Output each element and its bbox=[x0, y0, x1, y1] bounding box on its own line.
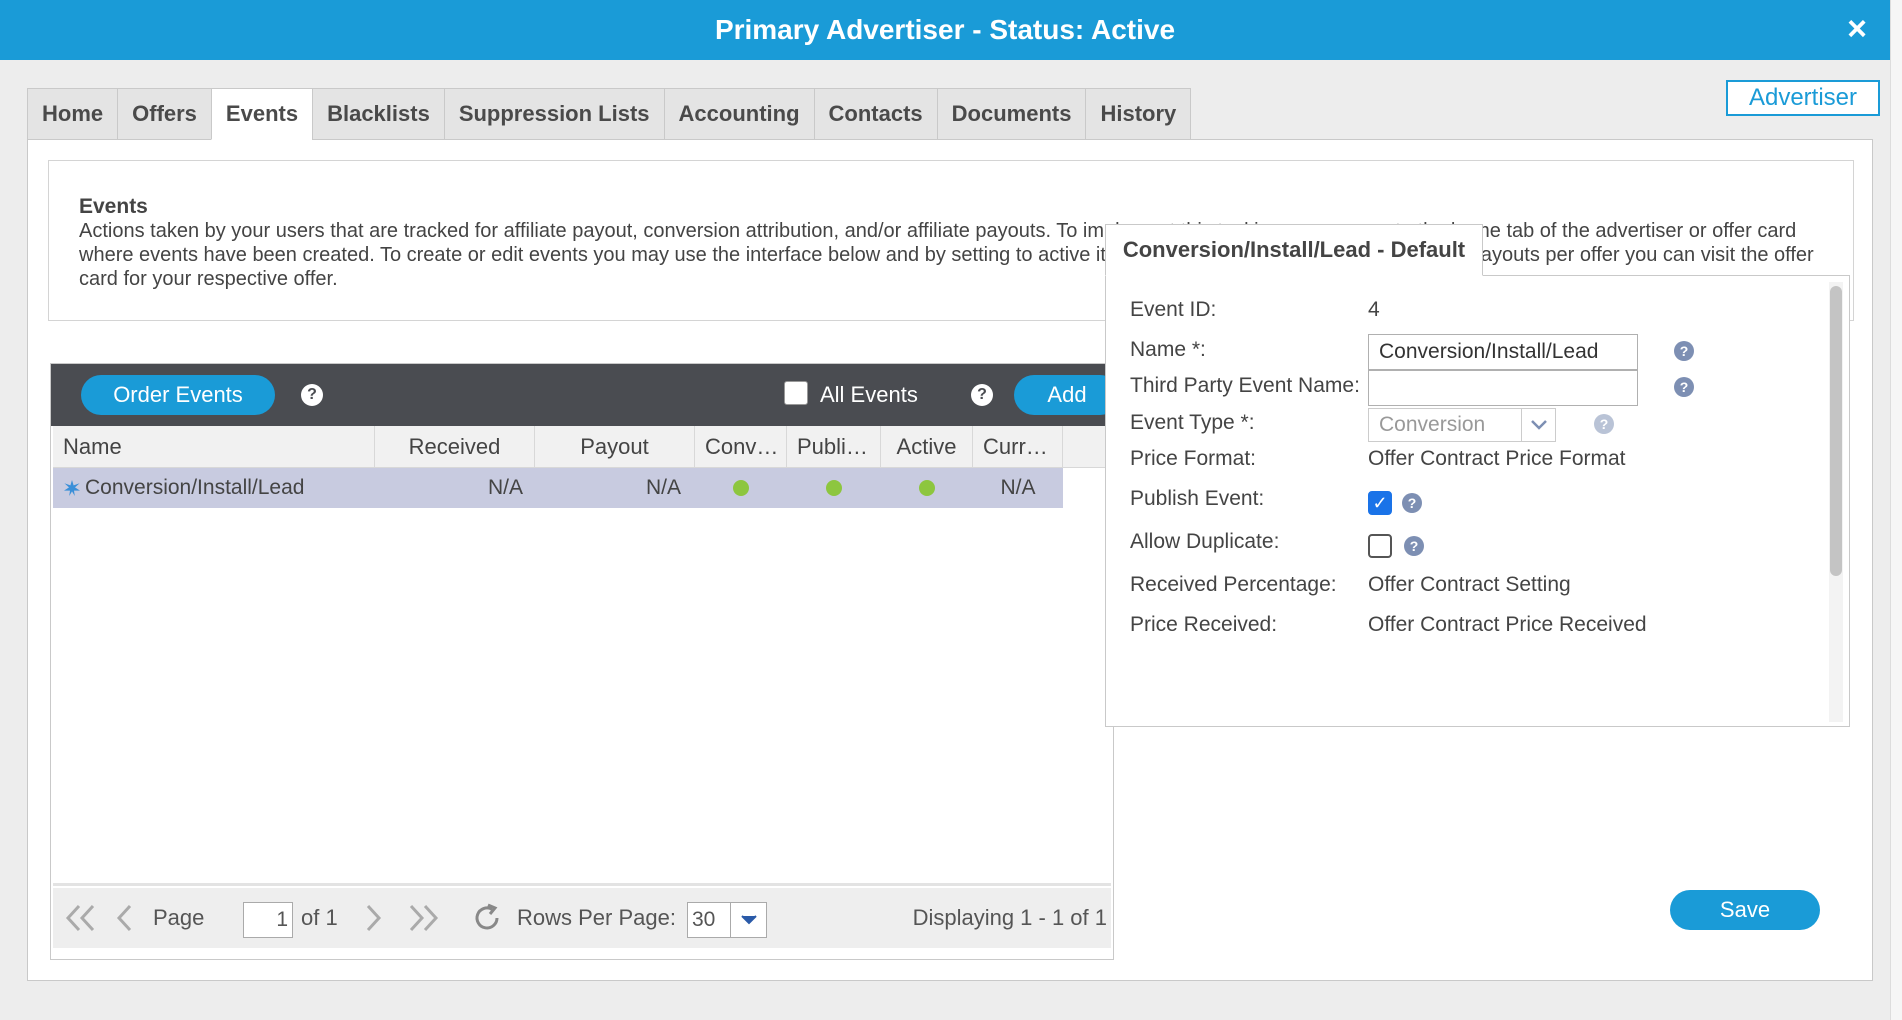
tab-events[interactable]: Events bbox=[210, 88, 313, 140]
event-name: Conversion/Install/Lead bbox=[85, 476, 305, 499]
price-format-value: Offer Contract Price Format bbox=[1368, 447, 1626, 470]
tab-accounting[interactable]: Accounting bbox=[663, 88, 814, 140]
price-format-label: Price Format: bbox=[1130, 447, 1257, 470]
scrollbar-thumb[interactable] bbox=[1830, 286, 1842, 576]
refresh-icon[interactable] bbox=[471, 888, 503, 948]
window-titlebar: Primary Advertiser - Status: Active × bbox=[0, 0, 1890, 60]
name-input[interactable]: Conversion/Install/Lead bbox=[1368, 334, 1638, 370]
chevron-down-icon[interactable] bbox=[1521, 409, 1555, 441]
displaying-count: Displaying 1 - 1 of 1 bbox=[912, 905, 1107, 930]
row-conversion-cell bbox=[695, 468, 787, 508]
published-status-dot bbox=[826, 480, 842, 496]
event-type-select[interactable]: Conversion bbox=[1368, 408, 1556, 442]
event-type-value: Conversion bbox=[1379, 413, 1486, 436]
detail-tab-default[interactable]: Conversion/Install/Lead - Default bbox=[1105, 224, 1483, 276]
grid-body bbox=[53, 468, 1111, 886]
column-header-received[interactable]: Received bbox=[375, 426, 535, 468]
close-icon[interactable]: × bbox=[1840, 12, 1874, 46]
column-header-conversion[interactable]: Conv… bbox=[695, 426, 787, 468]
name-help-icon[interactable]: ? bbox=[1674, 341, 1694, 361]
publish-event-checkbox[interactable]: ✓ bbox=[1368, 491, 1392, 515]
grid-toolbar: Order Events ? All Events ? Add bbox=[51, 364, 1120, 426]
tab-offers[interactable]: Offers bbox=[117, 88, 211, 140]
row-payout-cell: N/A bbox=[645, 476, 681, 499]
row-name-cell: Conversion/Install/Lead bbox=[53, 468, 375, 508]
publish-event-label: Publish Event: bbox=[1130, 487, 1265, 510]
allow-duplicate-checkbox[interactable] bbox=[1368, 534, 1392, 558]
star-icon bbox=[64, 480, 80, 496]
grid-pager: Page 1 of 1 Rows Per Page: 30 Displaying… bbox=[53, 888, 1111, 948]
page-number-input[interactable]: 1 bbox=[243, 902, 293, 938]
advertiser-badge[interactable]: Advertiser bbox=[1726, 80, 1880, 116]
conversion-status-dot bbox=[733, 480, 749, 496]
duplicate-help-icon[interactable]: ? bbox=[1404, 536, 1424, 556]
prev-page-icon[interactable] bbox=[113, 888, 135, 948]
third-party-help-icon[interactable]: ? bbox=[1674, 377, 1694, 397]
order-help-icon[interactable]: ? bbox=[301, 384, 323, 406]
price-received-value: Offer Contract Price Received bbox=[1368, 613, 1647, 636]
window-title: Primary Advertiser - Status: Active bbox=[714, 14, 1176, 45]
chevron-down-icon[interactable] bbox=[730, 903, 766, 937]
window-edge bbox=[1890, 0, 1902, 1020]
rows-per-page-label: Rows Per Page: bbox=[517, 905, 676, 930]
detail-scrollbar[interactable] bbox=[1829, 282, 1843, 722]
all-events-checkbox[interactable] bbox=[784, 381, 808, 405]
column-header-active[interactable]: Active bbox=[881, 426, 973, 468]
event-id-label: Event ID: bbox=[1130, 298, 1217, 321]
next-page-icon[interactable] bbox=[363, 888, 385, 948]
column-header-published[interactable]: Publi… bbox=[787, 426, 881, 468]
name-label: Name *: bbox=[1130, 338, 1206, 361]
event-type-help-icon[interactable]: ? bbox=[1594, 414, 1614, 434]
table-row[interactable]: Conversion/Install/Lead N/A N/A N/A bbox=[53, 468, 1063, 508]
event-detail-panel: Event ID: 4 Name *: Conversion/Install/L… bbox=[1105, 275, 1850, 727]
last-page-icon[interactable] bbox=[405, 888, 441, 948]
all-events-label: All Events bbox=[820, 382, 918, 407]
tab-home[interactable]: Home bbox=[27, 88, 118, 140]
column-header-payout[interactable]: Payout bbox=[535, 426, 695, 468]
price-received-label: Price Received: bbox=[1130, 613, 1278, 636]
tab-contacts[interactable]: Contacts bbox=[813, 88, 937, 140]
active-status-dot bbox=[919, 480, 935, 496]
tab-blacklists[interactable]: Blacklists bbox=[312, 88, 444, 140]
first-page-icon[interactable] bbox=[63, 888, 99, 948]
column-header-name[interactable]: Name bbox=[53, 426, 375, 468]
page-label: Page bbox=[153, 905, 205, 930]
received-percentage-label: Received Percentage: bbox=[1130, 573, 1337, 596]
all-events-help-icon[interactable]: ? bbox=[971, 384, 993, 406]
tab-history[interactable]: History bbox=[1085, 88, 1192, 140]
events-grid: Order Events ? All Events ? Add Name Rec… bbox=[50, 363, 1120, 960]
event-type-label: Event Type *: bbox=[1130, 411, 1255, 434]
publish-help-icon[interactable]: ? bbox=[1402, 493, 1422, 513]
grid-header: Name Received Payout Conv… Publi… Active… bbox=[53, 426, 1111, 468]
row-published-cell bbox=[787, 468, 881, 508]
rows-per-page-value: 30 bbox=[692, 908, 716, 931]
info-title: Events bbox=[79, 195, 148, 218]
tab-suppression-lists[interactable]: Suppression Lists bbox=[443, 88, 664, 140]
save-button[interactable]: Save bbox=[1670, 890, 1820, 930]
third-party-input[interactable] bbox=[1368, 370, 1638, 406]
order-events-button[interactable]: Order Events bbox=[81, 375, 275, 415]
tab-bar: Home Offers Events Blacklists Suppressio… bbox=[27, 88, 1192, 140]
row-active-cell bbox=[881, 468, 973, 508]
tab-documents[interactable]: Documents bbox=[936, 88, 1086, 140]
column-header-currency[interactable]: Curr… bbox=[973, 426, 1063, 468]
third-party-label: Third Party Event Name: bbox=[1130, 374, 1360, 397]
row-currency-cell: N/A bbox=[1000, 476, 1036, 499]
received-percentage-value: Offer Contract Setting bbox=[1368, 573, 1571, 596]
event-id-value: 4 bbox=[1368, 298, 1380, 321]
row-received-cell: N/A bbox=[487, 476, 523, 499]
page-count-label: of 1 bbox=[301, 905, 338, 930]
allow-duplicate-label: Allow Duplicate: bbox=[1130, 530, 1280, 553]
rows-per-page-select[interactable]: 30 bbox=[687, 902, 767, 938]
